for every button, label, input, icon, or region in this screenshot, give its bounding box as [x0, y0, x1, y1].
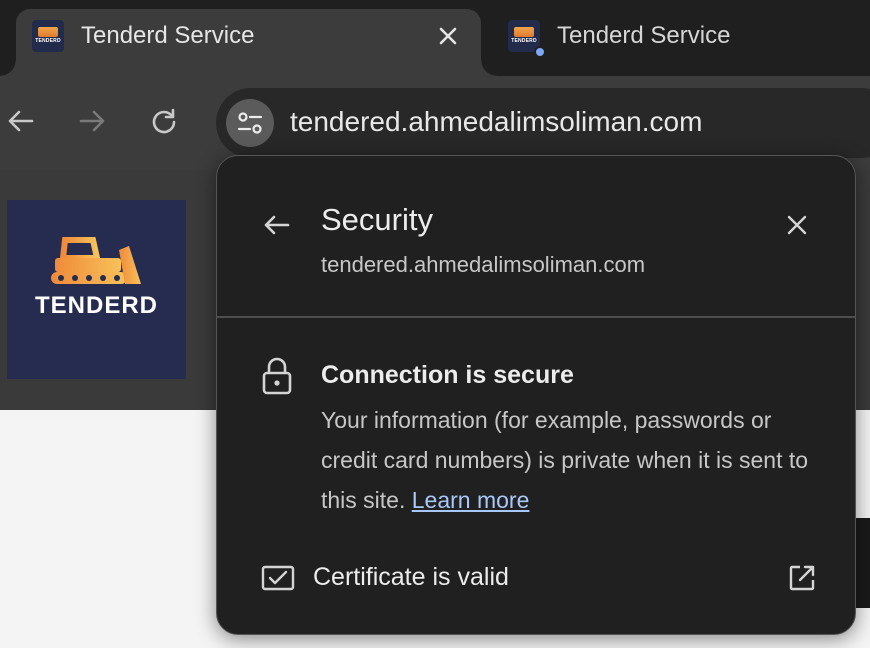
popup-close-button[interactable]: [783, 211, 811, 239]
connection-title: Connection is secure: [321, 361, 574, 389]
bulldozer-icon: [51, 237, 141, 284]
learn-more-link[interactable]: Learn more: [412, 487, 530, 513]
url-text[interactable]: tendered.ahmedalimsoliman.com: [290, 106, 702, 138]
tab-strip: TENDERD Tenderd Service TENDERD Tenderd …: [0, 0, 870, 76]
site-info-button[interactable]: [226, 99, 274, 147]
certificate-icon: [261, 565, 295, 591]
certificate-label: Certificate is valid: [313, 563, 509, 591]
tenderd-logo: TENDERD: [7, 200, 186, 379]
forward-button[interactable]: [77, 106, 107, 136]
tab-close-icon[interactable]: [436, 24, 460, 48]
tab-title: Tenderd Service: [81, 22, 255, 49]
tune-icon: [237, 112, 263, 134]
popup-back-button[interactable]: [261, 210, 291, 240]
reload-button[interactable]: [149, 106, 179, 136]
lock-icon: [261, 356, 293, 396]
address-bar[interactable]: tendered.ahmedalimsoliman.com: [216, 88, 870, 158]
arrow-right-icon: [79, 110, 105, 132]
security-popup: Security tendered.ahmedalimsoliman.com C…: [216, 155, 856, 635]
tab-title: Tenderd Service: [557, 22, 731, 49]
popup-title: Security: [321, 202, 433, 237]
tab-favicon: TENDERD: [32, 20, 64, 52]
connection-description: Your information (for example, passwords…: [321, 400, 833, 520]
close-icon: [787, 215, 807, 235]
tab-inactive[interactable]: TENDERD Tenderd Service: [492, 9, 862, 76]
popup-domain: tendered.ahmedalimsoliman.com: [321, 252, 646, 277]
open-in-new-icon[interactable]: [787, 563, 817, 593]
tab-activity-dot: [534, 46, 546, 58]
certificate-row[interactable]: Certificate is valid: [217, 551, 855, 607]
connection-description-text: Your information (for example, passwords…: [321, 407, 809, 513]
logo-text: TENDERD: [34, 292, 158, 319]
tab-active[interactable]: TENDERD Tenderd Service: [0, 9, 497, 76]
arrow-left-icon: [264, 215, 290, 235]
reload-icon: [152, 108, 176, 134]
arrow-left-icon: [8, 110, 34, 132]
divider: [217, 316, 855, 318]
back-button[interactable]: [6, 106, 36, 136]
